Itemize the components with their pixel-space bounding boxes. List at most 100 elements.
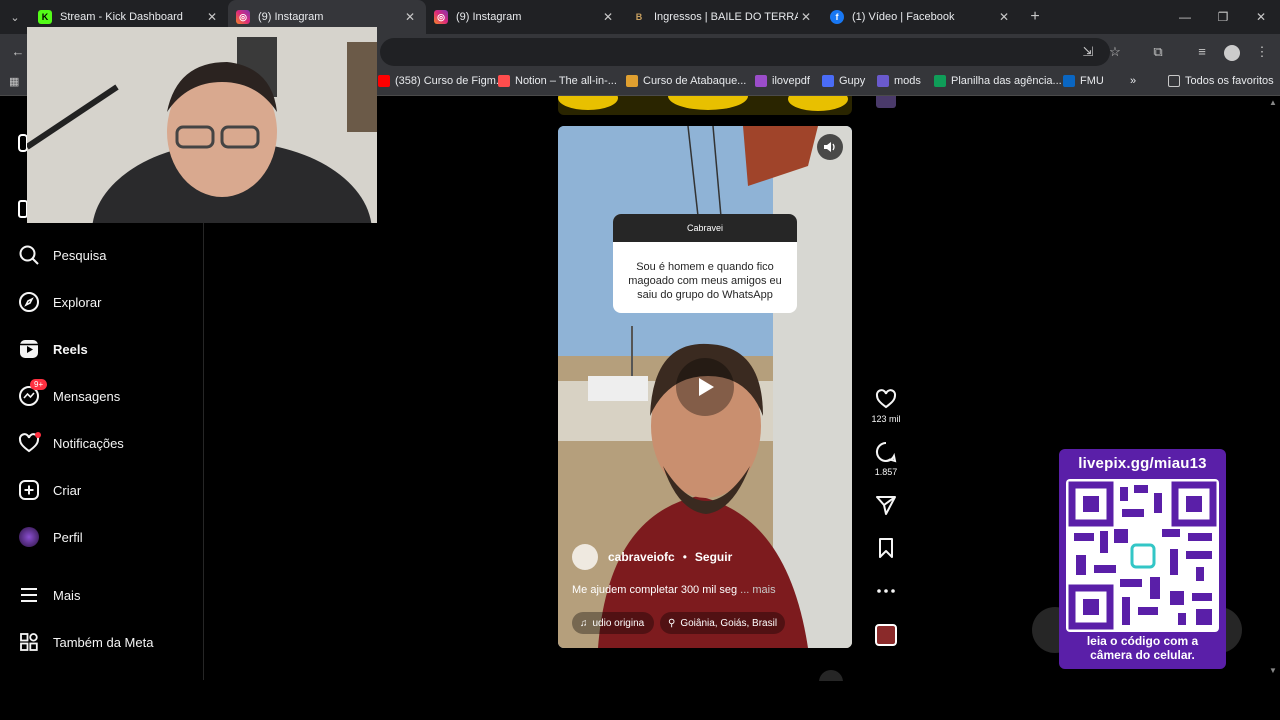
profile-avatar[interactable] bbox=[1222, 42, 1242, 62]
tab-close-icon[interactable]: ✕ bbox=[600, 10, 616, 24]
instagram-icon: ◎ bbox=[236, 10, 250, 24]
install-app-icon[interactable]: ⇲ bbox=[1078, 42, 1098, 62]
caption-more-link[interactable]: ... mais bbox=[740, 584, 775, 596]
sidebar-item-profile[interactable]: Perfil bbox=[18, 526, 83, 548]
menu-icon bbox=[18, 584, 40, 606]
sidebar-item-also-from-meta[interactable]: Também da Meta bbox=[18, 631, 153, 653]
play-icon[interactable] bbox=[676, 358, 734, 416]
tab-title: (1) Vídeo | Facebook bbox=[852, 11, 955, 23]
like-button[interactable]: 123 mil bbox=[868, 388, 904, 424]
bookmark-label: ilovepdf bbox=[772, 75, 810, 87]
like-count: 123 mil bbox=[871, 414, 901, 424]
bookmark-label: Notion – The all-in-... bbox=[515, 75, 617, 87]
tab-search-chevron-icon[interactable]: ⌄ bbox=[0, 0, 30, 34]
sidebar-item-messages[interactable]: 9+ Mensagens bbox=[18, 379, 121, 407]
separator: • bbox=[682, 550, 687, 564]
minimize-button[interactable]: — bbox=[1166, 0, 1204, 34]
question-header: Cabravei bbox=[613, 214, 797, 242]
comment-button[interactable]: 1.857 bbox=[868, 441, 904, 477]
sidebar-item-label: Criar bbox=[53, 482, 82, 498]
previous-reel-thumbnail bbox=[558, 96, 848, 111]
streamer-webcam-image bbox=[27, 27, 377, 223]
scroll-up-arrow-icon[interactable]: ▲ bbox=[1269, 98, 1277, 107]
all-favorites-folder[interactable]: Todos os favoritos bbox=[1168, 75, 1274, 87]
author-username[interactable]: cabraveiofc bbox=[608, 550, 675, 564]
sidebar-item-label: Pesquisa bbox=[53, 247, 107, 263]
location-pin-icon: ⚲ bbox=[668, 617, 676, 629]
previous-reel-preview[interactable] bbox=[558, 96, 852, 115]
volume-icon[interactable] bbox=[817, 134, 843, 160]
audio-thumbnail[interactable] bbox=[868, 624, 904, 646]
share-button[interactable] bbox=[868, 494, 904, 520]
close-window-button[interactable]: ✕ bbox=[1242, 0, 1280, 34]
plus-square-icon bbox=[18, 479, 40, 501]
sidebar-item-reels[interactable]: Reels bbox=[18, 338, 88, 360]
sidebar-item-create[interactable]: Criar bbox=[18, 479, 81, 501]
back-icon[interactable]: ← bbox=[8, 42, 28, 62]
bookmark-item[interactable]: Curso de Atabaque... bbox=[626, 75, 746, 87]
more-horizontal-icon bbox=[877, 589, 895, 593]
compass-icon bbox=[18, 291, 40, 313]
bookmark-item[interactable]: ilovepdf bbox=[755, 75, 810, 87]
sidebar-item-explore[interactable]: Explorar bbox=[18, 291, 101, 313]
qr-hint-line1: leia o código com a bbox=[1086, 634, 1199, 648]
location-pill[interactable]: ⚲ Goiânia, Goiás, Brasil bbox=[660, 612, 786, 634]
audio-pill[interactable]: ♫ udio origina bbox=[572, 612, 654, 634]
sidebar-item-more[interactable]: Mais bbox=[18, 584, 80, 606]
maximize-button[interactable]: ❐ bbox=[1204, 0, 1242, 34]
bookmark-item[interactable]: FMU bbox=[1063, 75, 1104, 87]
new-tab-button[interactable]: + bbox=[1020, 8, 1050, 26]
caption-text: Me ajudem completar 300 mil seg bbox=[572, 584, 738, 596]
search-icon bbox=[18, 244, 40, 266]
save-button[interactable] bbox=[868, 537, 904, 563]
apps-grid-icon[interactable]: ▦ bbox=[9, 75, 19, 88]
extensions-icon[interactable]: ⧉ bbox=[1148, 42, 1168, 62]
bookmark-label: mods bbox=[894, 75, 921, 87]
scroll-down-arrow-icon[interactable]: ▼ bbox=[1269, 666, 1277, 675]
sidebar-item-label: Mais bbox=[53, 587, 81, 603]
heart-icon bbox=[875, 389, 897, 409]
next-reel-volume-icon[interactable] bbox=[818, 668, 848, 694]
facebook-icon: f bbox=[830, 10, 844, 24]
tab-close-icon[interactable]: ✕ bbox=[204, 10, 220, 24]
bookmark-item[interactable]: Gupy bbox=[822, 75, 865, 87]
tab-close-icon[interactable]: ✕ bbox=[402, 10, 418, 24]
address-bar[interactable] bbox=[380, 38, 1110, 66]
bookmark-label: (358) Curso de Figm... bbox=[395, 75, 506, 87]
more-bookmarks-chevron-icon[interactable]: » bbox=[1130, 75, 1136, 87]
tab-title: (9) Instagram bbox=[456, 11, 522, 23]
reels-icon bbox=[18, 338, 40, 360]
bookmark-item[interactable]: Notion – The all-in-... bbox=[498, 75, 617, 87]
bookmark-item[interactable]: (358) Curso de Figm... bbox=[378, 75, 505, 87]
music-note-icon: ♫ bbox=[580, 617, 588, 629]
qr-code-image bbox=[1066, 479, 1219, 632]
tab-close-icon[interactable]: ✕ bbox=[798, 10, 814, 24]
previous-reel-avatar[interactable] bbox=[868, 96, 904, 108]
tab-facebook[interactable]: f (1) Vídeo | Facebook ✕ bbox=[822, 0, 1020, 34]
more-options-button[interactable] bbox=[868, 580, 904, 606]
media-control-icon[interactable]: ≡ bbox=[1192, 42, 1212, 62]
gupy-icon bbox=[822, 75, 834, 87]
tab-instagram[interactable]: ◎ (9) Instagram ✕ bbox=[426, 0, 624, 34]
messenger-icon: 9+ bbox=[18, 379, 48, 407]
folder-icon bbox=[1168, 75, 1180, 87]
comment-icon bbox=[875, 441, 897, 463]
tab-title: (9) Instagram bbox=[258, 11, 324, 23]
mods-icon bbox=[877, 75, 889, 87]
bookmark-item[interactable]: mods bbox=[877, 75, 921, 87]
instagram-icon: ◎ bbox=[434, 10, 448, 24]
page-scrollbar[interactable]: ▲ ▼ bbox=[1266, 96, 1280, 680]
tab-ingressos[interactable]: B Ingressos | BAILE DO TERRAÇO ✕ bbox=[624, 0, 822, 34]
sidebar-item-search[interactable]: Pesquisa bbox=[18, 244, 106, 266]
browser-menu-icon[interactable]: ⋮ bbox=[1252, 42, 1272, 62]
bookmark-star-icon[interactable]: ☆ bbox=[1105, 42, 1125, 62]
comment-count: 1.857 bbox=[874, 467, 898, 477]
tab-close-icon[interactable]: ✕ bbox=[996, 10, 1012, 24]
reel-author: cabraveiofc • Seguir bbox=[572, 544, 732, 570]
reel-video[interactable]: Cabravei Sou é homem e quando fico magoa… bbox=[558, 126, 852, 648]
bookmark-item[interactable]: Planilha das agência... bbox=[934, 75, 1062, 87]
follow-button[interactable]: Seguir bbox=[695, 550, 732, 564]
avatar[interactable] bbox=[572, 544, 598, 570]
sidebar-item-label: Mensagens bbox=[53, 388, 121, 404]
sidebar-item-notifications[interactable]: Notificações bbox=[18, 432, 124, 454]
